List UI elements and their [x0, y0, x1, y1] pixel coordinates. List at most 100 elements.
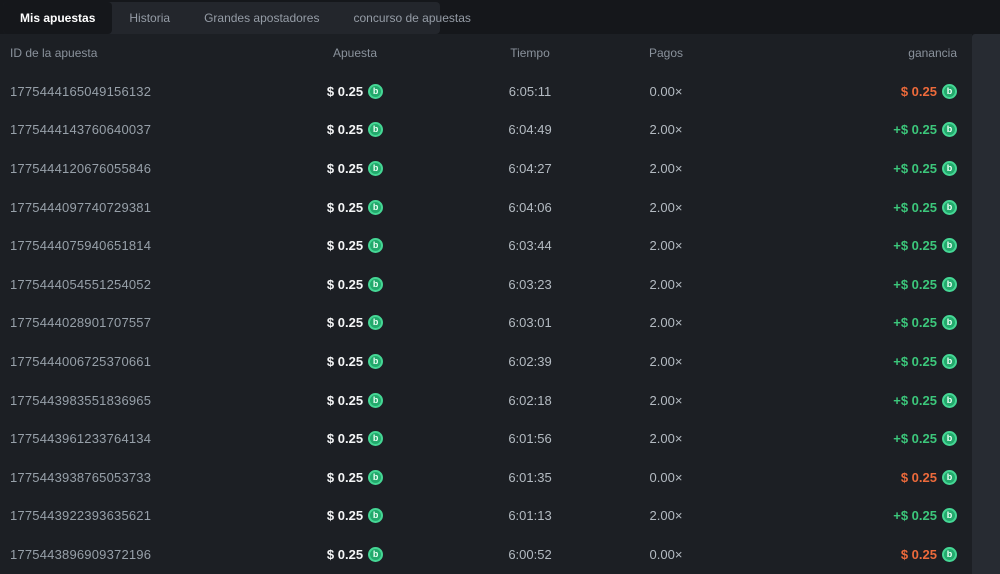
profit-amount: +$ 0.25	[893, 276, 937, 292]
bet-time: 6:01:35	[508, 469, 552, 485]
tab-mis-apuestas[interactable]: Mis apuestas	[3, 2, 113, 34]
profit-amount: +$ 0.25	[893, 353, 937, 369]
bet-payout-multiplier: 2.00×	[649, 315, 683, 331]
coin-icon: b	[942, 469, 957, 485]
table-row[interactable]: 1775443922393635621 $ 0.25 b 6:01:13 2.0…	[0, 497, 972, 536]
bet-payout-multiplier: 2.00×	[649, 508, 683, 524]
bet-amount: $ 0.25	[326, 546, 364, 562]
bet-amount: $ 0.25	[326, 431, 364, 447]
bet-time: 6:01:13	[508, 508, 552, 524]
bet-time: 6:01:56	[508, 431, 552, 447]
profit-cell: +$ 0.25 b	[702, 199, 957, 215]
coin-icon: b	[368, 83, 384, 99]
table-row[interactable]: 1775444054551254052 $ 0.25 b 6:03:23 2.0…	[0, 265, 972, 304]
table-row[interactable]: 1775443896909372196 $ 0.25 b 6:00:52 0.0…	[0, 535, 972, 574]
bet-amount-cell: $ 0.25 b	[280, 238, 430, 254]
bet-amount-cell: $ 0.25 b	[280, 160, 430, 176]
profit-amount: +$ 0.25	[893, 122, 937, 138]
table-row[interactable]: 1775444006725370661 $ 0.25 b 6:02:39 2.0…	[0, 342, 972, 381]
bet-id: 1775443983551836965	[10, 392, 152, 408]
bets-table: ID de la apuesta Apuesta Tiempo Pagos ga…	[0, 34, 972, 574]
profit-amount: $ 0.25	[900, 83, 937, 99]
bet-id: 1775443922393635621	[10, 508, 152, 524]
bet-id: 1775444165049156132	[10, 83, 152, 99]
coin-icon: b	[368, 199, 384, 215]
table-row[interactable]: 1775444143760640037 $ 0.25 b 6:04:49 2.0…	[0, 111, 972, 150]
bet-id: 1775444143760640037	[10, 122, 152, 138]
bet-payout-multiplier: 2.00×	[649, 160, 683, 176]
bet-amount: $ 0.25	[326, 392, 364, 408]
bet-id: 1775444054551254052	[10, 276, 152, 292]
column-header-bet-id: ID de la apuesta	[10, 46, 98, 60]
coin-icon: b	[368, 276, 384, 292]
coin-icon: b	[942, 431, 957, 447]
vertical-scrollbar[interactable]	[972, 34, 1000, 574]
profit-cell: +$ 0.25 b	[702, 276, 957, 292]
bet-time: 6:03:01	[508, 315, 552, 331]
table-header-row: ID de la apuesta Apuesta Tiempo Pagos ga…	[0, 34, 972, 72]
table-row[interactable]: 1775444075940651814 $ 0.25 b 6:03:44 2.0…	[0, 226, 972, 265]
bet-amount-cell: $ 0.25 b	[280, 546, 430, 562]
bet-amount: $ 0.25	[326, 353, 364, 369]
bet-amount-cell: $ 0.25 b	[280, 469, 430, 485]
table-row[interactable]: 1775443938765053733 $ 0.25 b 6:01:35 0.0…	[0, 458, 972, 497]
bet-amount-cell: $ 0.25 b	[280, 508, 430, 524]
bet-id: 1775443896909372196	[10, 546, 152, 562]
coin-icon: b	[942, 276, 957, 292]
bet-amount-cell: $ 0.25 b	[280, 392, 430, 408]
bet-time: 6:02:39	[508, 353, 552, 369]
profit-cell: +$ 0.25 b	[702, 315, 957, 331]
coin-icon: b	[368, 546, 384, 562]
bet-amount-cell: $ 0.25 b	[280, 83, 430, 99]
coin-icon: b	[942, 392, 957, 408]
bet-time: 6:03:44	[508, 238, 552, 254]
tab-concurso-de-apuestas[interactable]: concurso de apuestas	[336, 2, 487, 34]
bet-amount-cell: $ 0.25 b	[280, 431, 430, 447]
table-row[interactable]: 1775444120676055846 $ 0.25 b 6:04:27 2.0…	[0, 149, 972, 188]
bet-time: 6:05:11	[508, 83, 552, 99]
profit-cell: +$ 0.25 b	[702, 238, 957, 254]
tab-grandes-apostadores[interactable]: Grandes apostadores	[187, 2, 336, 34]
bet-time: 6:04:06	[508, 199, 552, 215]
profit-amount: +$ 0.25	[893, 199, 937, 215]
column-header-time: Tiempo	[510, 46, 550, 60]
coin-icon: b	[368, 122, 384, 138]
coin-icon: b	[368, 469, 384, 485]
bet-table-body: 1775444165049156132 $ 0.25 b 6:05:11 0.0…	[0, 72, 972, 574]
profit-amount: +$ 0.25	[893, 392, 937, 408]
profit-cell: +$ 0.25 b	[702, 122, 957, 138]
coin-icon: b	[942, 315, 957, 331]
table-row[interactable]: 1775444028901707557 $ 0.25 b 6:03:01 2.0…	[0, 304, 972, 343]
coin-icon: b	[942, 199, 957, 215]
bet-amount: $ 0.25	[326, 315, 364, 331]
column-header-payout: Pagos	[648, 46, 684, 60]
bet-amount-cell: $ 0.25 b	[280, 276, 430, 292]
table-row[interactable]: 1775444165049156132 $ 0.25 b 6:05:11 0.0…	[0, 72, 972, 111]
bet-time: 6:00:52	[508, 546, 552, 562]
profit-amount: +$ 0.25	[893, 431, 937, 447]
bet-payout-multiplier: 0.00×	[649, 469, 683, 485]
bet-amount-cell: $ 0.25 b	[280, 122, 430, 138]
bet-id: 1775444006725370661	[10, 353, 152, 369]
column-header-bet: Apuesta	[332, 46, 378, 60]
profit-cell: +$ 0.25 b	[702, 353, 957, 369]
table-row[interactable]: 1775443961233764134 $ 0.25 b 6:01:56 2.0…	[0, 419, 972, 458]
table-row[interactable]: 1775444097740729381 $ 0.25 b 6:04:06 2.0…	[0, 188, 972, 227]
profit-cell: +$ 0.25 b	[702, 160, 957, 176]
profit-amount: $ 0.25	[900, 469, 937, 485]
bet-amount: $ 0.25	[326, 276, 364, 292]
bet-time: 6:04:49	[508, 122, 552, 138]
coin-icon: b	[368, 238, 384, 254]
profit-amount: +$ 0.25	[893, 160, 937, 176]
coin-icon: b	[942, 508, 957, 524]
bet-amount-cell: $ 0.25 b	[280, 315, 430, 331]
bet-amount: $ 0.25	[326, 508, 364, 524]
bet-payout-multiplier: 2.00×	[649, 276, 683, 292]
bets-tab-bar: Mis apuestas Historia Grandes apostadore…	[3, 2, 471, 34]
bet-amount: $ 0.25	[326, 122, 364, 138]
coin-icon: b	[942, 83, 957, 99]
tab-historia[interactable]: Historia	[112, 2, 187, 34]
coin-icon: b	[942, 122, 957, 138]
table-row[interactable]: 1775443983551836965 $ 0.25 b 6:02:18 2.0…	[0, 381, 972, 420]
coin-icon: b	[368, 392, 384, 408]
